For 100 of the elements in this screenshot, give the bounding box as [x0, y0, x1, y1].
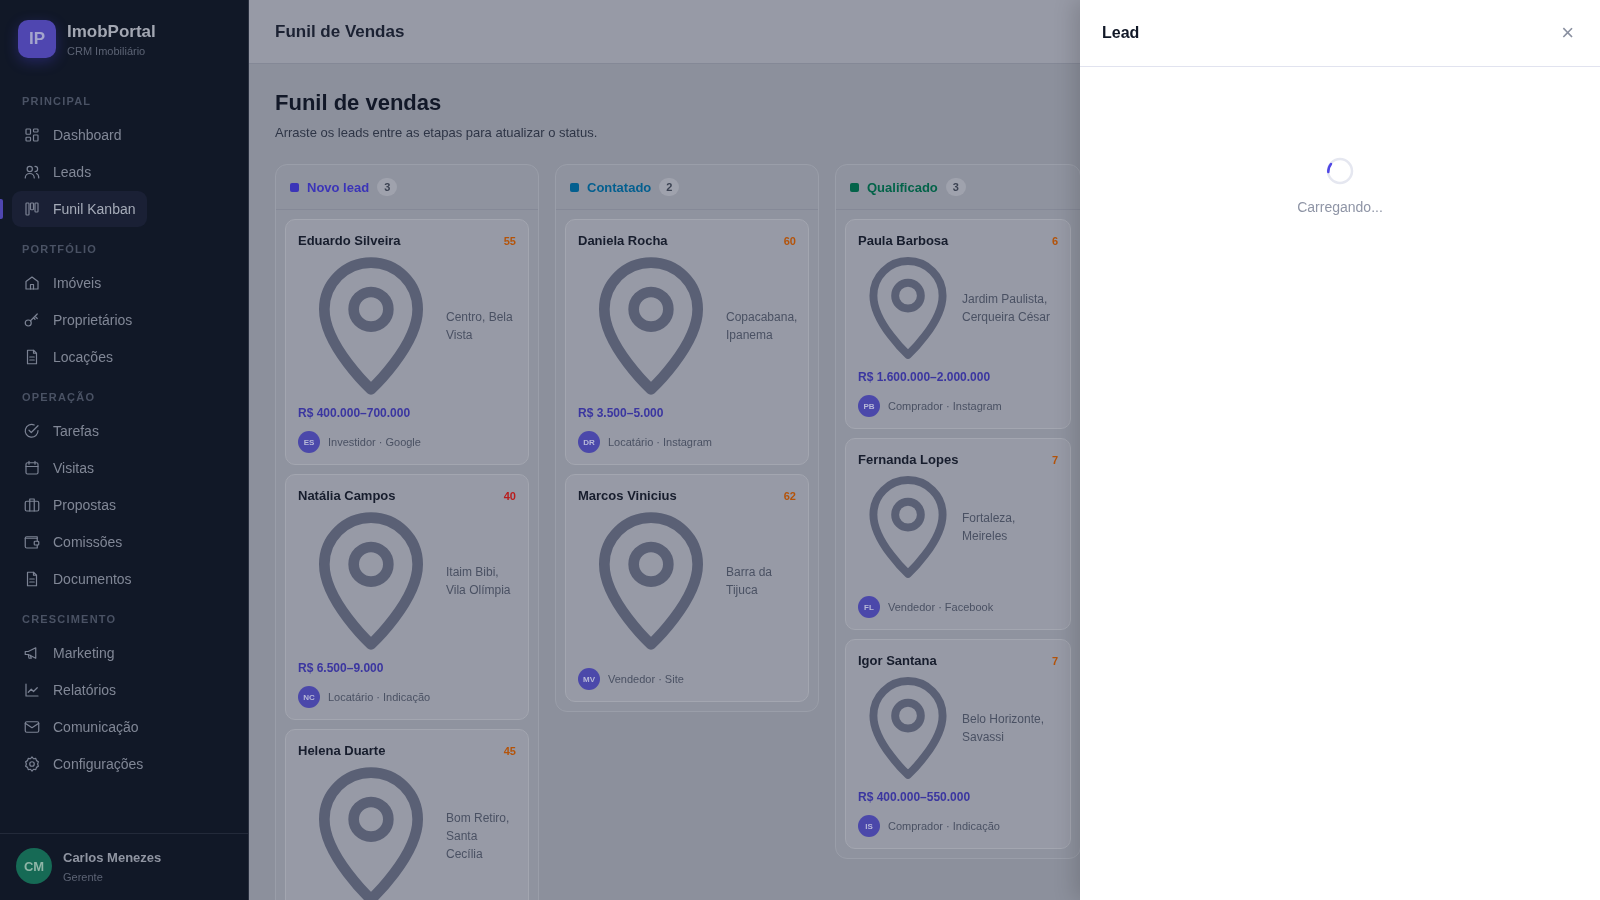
lead-meta: Locatário · Indicação	[328, 691, 431, 703]
lead-meta: Locatário · Instagram	[608, 436, 712, 448]
lead-card[interactable]: Daniela Rocha 60 Copacabana, Ipanema R$ 3.500–5.000 DR Locatário · Instagram	[565, 219, 809, 465]
sidebar-item[interactable]: Funil Kanban	[12, 191, 147, 227]
sidebar-item[interactable]: Comissões	[12, 524, 134, 560]
lead-location: Fortaleza, Meireles	[962, 510, 1017, 545]
lead-avatar: NC	[298, 686, 320, 708]
key-icon	[23, 311, 41, 329]
lead-score: 40	[503, 489, 516, 502]
logo: IP	[18, 20, 56, 58]
lead-location: Barra da Tijuca	[726, 564, 774, 599]
lead-location: Jardim Paulista, Cerqueira César	[962, 291, 1052, 326]
dashboard-icon	[23, 126, 41, 144]
section-heading: OPERAÇÃO	[21, 391, 97, 403]
lead-card[interactable]: Natália Campos 40 Itaim Bibi, Vila Olímpia R$ 6.500–9.000 NC Locatário · Indicação	[285, 474, 529, 720]
users-icon	[23, 163, 41, 181]
sidebar-item[interactable]: Locações	[12, 339, 124, 375]
sidebar-item[interactable]: Documentos	[12, 561, 143, 597]
lead-location: Copacabana, Ipanema	[726, 309, 798, 344]
lead-score: 7	[1051, 453, 1058, 466]
active-indicator	[0, 199, 3, 219]
close-button[interactable]: ×	[1557, 22, 1578, 44]
lead-card[interactable]: Igor Santana 7 Belo Horizonte, Savassi R$ 400.000–550.000 IS Comprador · Indicação	[845, 639, 1071, 849]
lead-name: Fernanda Lopes	[858, 452, 959, 467]
lead-meta: Comprador · Indicação	[888, 820, 1000, 832]
lead-meta: Vendedor · Site	[608, 673, 684, 685]
settings-icon	[23, 755, 41, 773]
map-pin-icon	[866, 256, 950, 360]
user-role: Gerente	[63, 870, 104, 883]
sidebar-item[interactable]: Propostas	[12, 487, 128, 523]
lead-card[interactable]: Marcos Vinicius 62 Barra da Tijuca MV Vendedor · Site	[565, 474, 809, 702]
column-title: Novo lead	[307, 179, 370, 195]
lead-card[interactable]: Eduardo Silveira 55 Centro, Bela Vista R$ 400.000–700.000 ES Investidor · Google	[285, 219, 529, 465]
count-badge: 3	[945, 178, 966, 196]
lead-avatar: DR	[578, 431, 600, 453]
sidebar-item[interactable]: Marketing	[12, 635, 126, 671]
section-heading: PRINCIPAL	[21, 95, 93, 107]
map-pin-icon	[866, 676, 950, 780]
lead-avatar: MV	[578, 668, 600, 690]
lead-card[interactable]: Paula Barbosa 6 Jardim Paulista, Cerqueira César R$ 1.600.000–2.000.000 PB Comprador · Instagram	[845, 219, 1071, 429]
page-subtitle: Arraste os leads entre as etapas para atualizar o status.	[275, 125, 599, 140]
lead-card[interactable]: Fernanda Lopes 7 Fortaleza, Meireles FL Vendedor · Facebook	[845, 438, 1071, 630]
lead-name: Marcos Vinicius	[578, 488, 677, 503]
lead-card[interactable]: Helena Duarte 45 Bom Retiro, Santa Cecília	[285, 729, 529, 900]
lead-location: Itaim Bibi, Vila Olímpia	[446, 564, 512, 599]
lead-meta: Vendedor · Facebook	[888, 601, 994, 613]
page-title: Funil de vendas	[275, 90, 443, 116]
user-name: Carlos Menezes	[63, 849, 162, 865]
lead-avatar: FL	[858, 596, 880, 618]
lead-score: 60	[783, 234, 796, 247]
sidebar-item[interactable]: Leads	[12, 154, 103, 190]
sidebar-item[interactable]: Configurações	[12, 746, 155, 782]
lead-price: R$ 400.000–550.000	[858, 790, 972, 804]
sidebar-item[interactable]: Proprietários	[12, 302, 144, 338]
home-icon	[23, 274, 41, 292]
sidebar-item[interactable]: Visitas	[12, 450, 105, 486]
lead-avatar: IS	[858, 815, 880, 837]
brand-name: ImobPortal	[67, 21, 156, 42]
lead-location: Belo Horizonte, Savassi	[962, 711, 1046, 746]
lead-meta: Comprador · Instagram	[888, 400, 1002, 412]
column-title: Qualificado	[867, 179, 938, 195]
kanban-icon	[23, 200, 41, 218]
lead-name: Daniela Rocha	[578, 233, 668, 248]
lead-score: 62	[783, 489, 796, 502]
lead-price: R$ 6.500–9.000	[298, 661, 385, 675]
section-heading: PORTFÓLIO	[21, 243, 98, 255]
count-badge: 2	[659, 178, 680, 196]
sidebar-item[interactable]: Comunicação	[12, 709, 150, 745]
top-bar-title: Funil de Vendas	[275, 21, 405, 42]
check-circle-icon	[23, 422, 41, 440]
wallet-icon	[23, 533, 41, 551]
briefcase-icon	[23, 496, 41, 514]
lead-name: Igor Santana	[858, 653, 937, 668]
lead-avatar: ES	[298, 431, 320, 453]
lead-score: 7	[1051, 654, 1058, 667]
lead-name: Helena Duarte	[298, 743, 386, 758]
lead-location: Centro, Bela Vista	[446, 309, 514, 344]
loading-text: Carregando...	[1297, 199, 1383, 215]
loading-spinner-icon	[1326, 157, 1354, 185]
section-heading: CRESCIMENTO	[21, 613, 118, 625]
lead-price: R$ 3.500–5.000	[578, 406, 665, 420]
panel-title: Lead	[1102, 24, 1140, 42]
sidebar-item[interactable]: Dashboard	[12, 117, 133, 153]
map-pin-icon	[866, 475, 950, 579]
sidebar-item[interactable]: Imóveis	[12, 265, 113, 301]
sidebar-item[interactable]: Relatórios	[12, 672, 128, 708]
lead-avatar: PB	[858, 395, 880, 417]
lead-score: 6	[1051, 234, 1058, 247]
user-avatar: CM	[16, 848, 52, 884]
lead-price: R$ 1.600.000–2.000.000	[858, 370, 992, 384]
sidebar-item[interactable]: Tarefas	[12, 413, 110, 449]
mail-icon	[23, 718, 41, 736]
column-title: Contatado	[587, 179, 652, 195]
calendar-icon	[23, 459, 41, 477]
lead-score: 45	[503, 744, 516, 757]
brand-subtitle: CRM Imobiliário	[67, 44, 147, 57]
lead-score: 55	[503, 234, 516, 247]
lead-price: R$ 400.000–700.000	[298, 406, 412, 420]
count-badge: 3	[377, 178, 398, 196]
lead-name: Natália Campos	[298, 488, 396, 503]
